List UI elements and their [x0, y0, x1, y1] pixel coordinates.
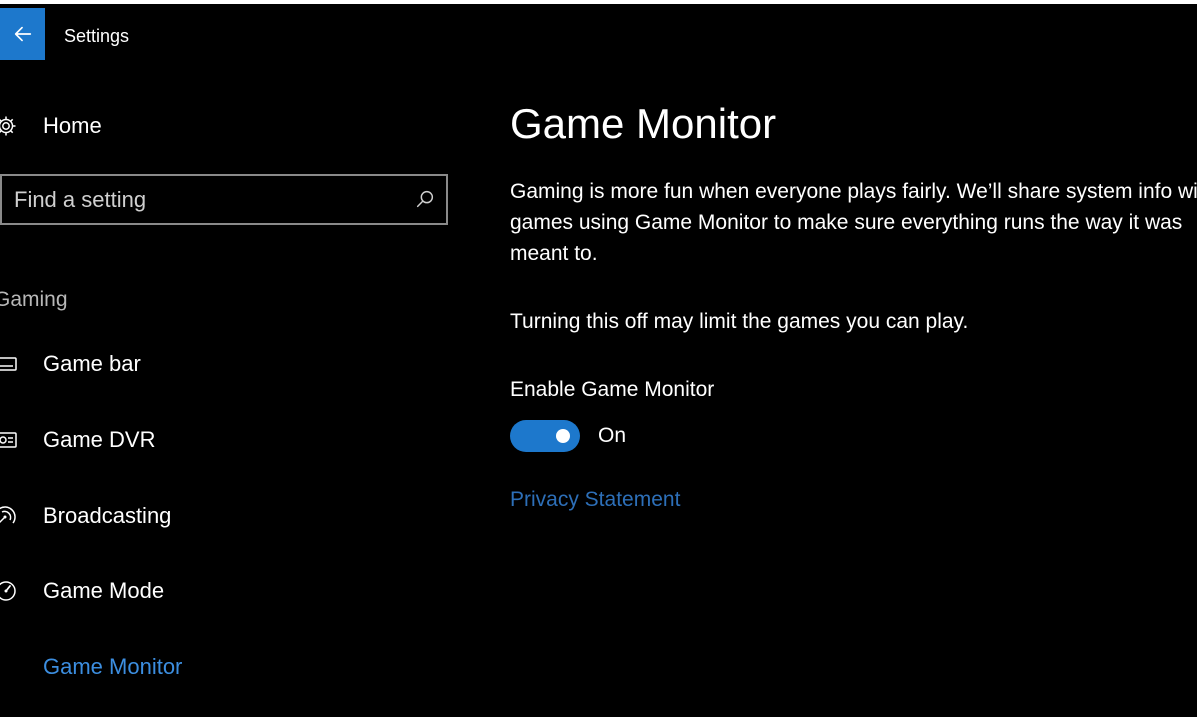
sidebar-item-label: Game Monitor [43, 654, 183, 679]
description-text: Gaming is more fun when everyone plays f… [510, 180, 1197, 265]
toggle-label: Enable Game Monitor [510, 378, 715, 401]
sidebar-item-label: Game bar [43, 351, 141, 376]
search-input[interactable] [14, 176, 394, 223]
gear-icon [0, 114, 18, 138]
arrow-left-icon [14, 26, 31, 42]
sidebar-item-label: Game Mode [43, 578, 165, 603]
toggle-knob [556, 429, 570, 443]
sidebar-item-label: Home [43, 113, 102, 138]
sidebar-item-label: Game DVR [43, 427, 156, 452]
page-title: Game Monitor [510, 100, 777, 147]
sidebar-item-broadcasting[interactable]: Broadcasting [0, 494, 300, 538]
sidebar-item-label: Broadcasting [43, 503, 172, 528]
sidebar-item-game-monitor[interactable]: Game Monitor [0, 645, 300, 689]
toggle-state-text: On [598, 424, 627, 447]
title-bar: Settings [0, 4, 1197, 60]
sidebar-item-game-dvr[interactable]: Game DVR [0, 418, 300, 462]
app-title: Settings [64, 26, 130, 46]
sidebar-item-home[interactable]: Home [0, 106, 300, 146]
game-bar-icon [0, 352, 18, 376]
back-button[interactable] [0, 8, 45, 60]
warning-text: Turning this off may limit the games you… [510, 310, 969, 333]
search-icon[interactable] [414, 188, 436, 210]
game-monitor-toggle[interactable] [510, 420, 580, 452]
settings-window: Settings Home Gaming [0, 4, 1197, 717]
search-box[interactable] [0, 174, 448, 225]
section-header-gaming: Gaming [0, 288, 68, 311]
broadcasting-icon [0, 504, 18, 528]
game-dvr-icon [0, 428, 18, 452]
sidebar: Home Gaming Game bar [0, 60, 470, 717]
sidebar-item-game-mode[interactable]: Game Mode [0, 569, 300, 613]
privacy-statement-link[interactable]: Privacy Statement [510, 488, 680, 512]
game-mode-icon [0, 579, 18, 603]
sidebar-item-game-bar[interactable]: Game bar [0, 342, 300, 386]
